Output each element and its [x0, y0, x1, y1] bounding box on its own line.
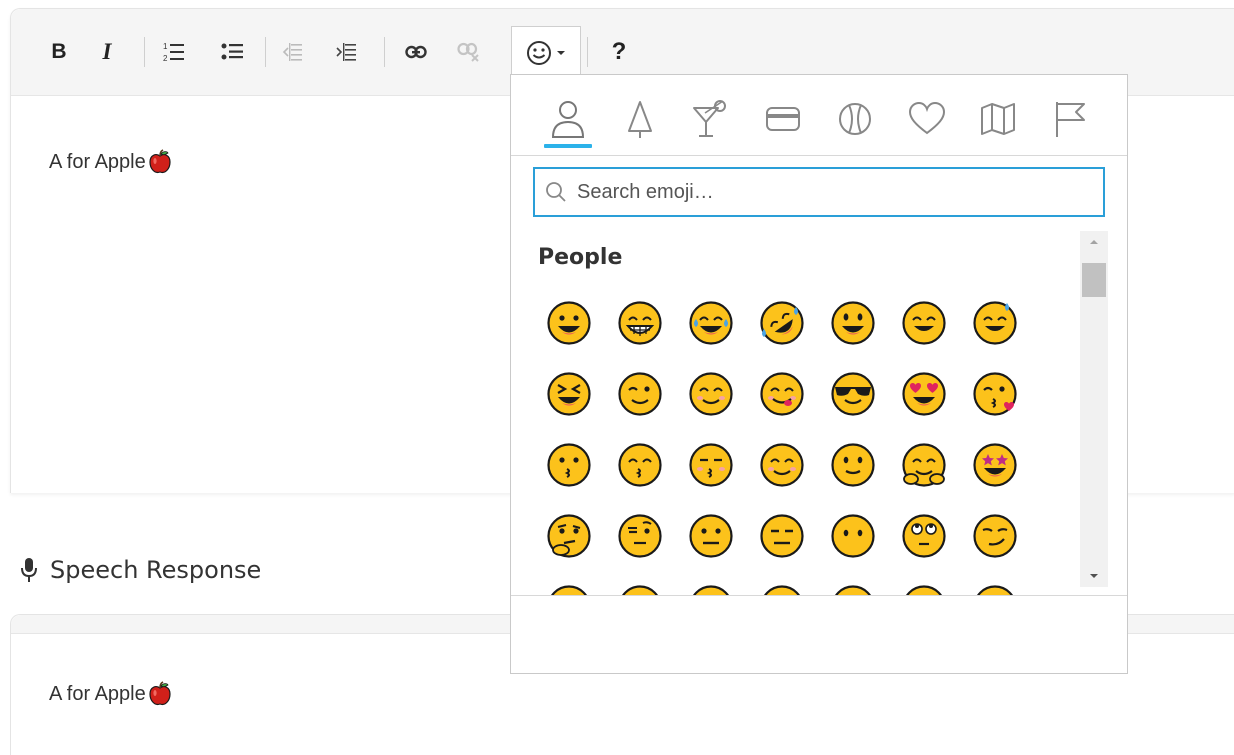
card-icon [766, 107, 800, 131]
toolbar-divider [587, 37, 588, 67]
outdent-button[interactable] [279, 39, 305, 65]
emoji-blush[interactable] [687, 370, 735, 418]
emoji-sunglasses[interactable] [829, 370, 877, 418]
scroll-thumb[interactable] [1082, 263, 1106, 297]
emoji-laughing[interactable] [545, 370, 593, 418]
category-travel-tab[interactable] [974, 99, 1022, 143]
bold-button[interactable]: B [47, 39, 71, 65]
category-activity-tab[interactable] [831, 99, 879, 143]
scroll-down-arrow[interactable] [1080, 565, 1108, 587]
emoji-grid [545, 299, 1019, 595]
emoji-list: People [511, 231, 1109, 595]
emoji-slightly-smiling[interactable] [829, 441, 877, 489]
italic-button[interactable]: I [95, 39, 119, 65]
speech-response-label: Speech Response [50, 556, 262, 584]
ball-icon [839, 103, 871, 135]
toolbar-divider [265, 37, 266, 67]
search-icon [546, 182, 566, 202]
smiley-icon [527, 41, 551, 65]
emoji-kissing-heart[interactable] [971, 370, 1019, 418]
emoji-raised-eyebrow[interactable] [616, 512, 664, 560]
map-icon [981, 103, 1015, 135]
emoji-smiley[interactable] [829, 299, 877, 347]
speech-response-heading: Speech Response [20, 556, 261, 584]
numbered-list-icon: 1 2 [163, 42, 184, 63]
emoji-picker: People [510, 74, 1128, 674]
emoji-partial[interactable] [971, 583, 1019, 595]
microphone-icon [21, 558, 37, 582]
category-people-tab[interactable] [544, 99, 592, 148]
emoji-star-struck[interactable] [971, 441, 1019, 489]
category-objects-tab[interactable] [759, 99, 807, 143]
emoji-sweat-smile[interactable] [971, 299, 1019, 347]
emoji-rolling-on-floor-laughing[interactable] [758, 299, 806, 347]
emoji-partial[interactable] [900, 583, 948, 595]
emoji-kissing-smiling-eyes[interactable] [616, 441, 664, 489]
emoji-partial[interactable] [545, 583, 593, 595]
heart-icon [908, 101, 946, 135]
editor-text: A for Apple [49, 150, 146, 173]
emoji-search-field[interactable] [533, 167, 1105, 217]
emoji-partial[interactable] [829, 583, 877, 595]
category-symbols-tab[interactable] [903, 99, 951, 143]
emoji-category-tabs [511, 75, 1127, 156]
remove-link-button[interactable] [455, 39, 483, 65]
emoji-smirk[interactable] [971, 512, 1019, 560]
emoji-partial[interactable] [758, 583, 806, 595]
bullet-list-icon [221, 43, 243, 60]
emoji-rolling-eyes[interactable] [900, 512, 948, 560]
flag-icon [1056, 102, 1085, 137]
emoji-section-title: People [538, 245, 623, 270]
emoji-wink[interactable] [616, 370, 664, 418]
tree-icon [628, 101, 652, 138]
toolbar-divider [144, 37, 145, 67]
editor-content[interactable]: A for Apple [49, 149, 173, 175]
speech-editor-content[interactable]: A for Apple [49, 681, 173, 707]
emoji-scrollbar[interactable] [1080, 231, 1108, 587]
emoji-partial[interactable] [687, 583, 735, 595]
indent-icon [336, 43, 356, 61]
emoji-search-input[interactable] [575, 179, 1079, 205]
link-icon [405, 45, 427, 59]
svg-text:1: 1 [163, 42, 168, 51]
emoji-preview-footer [511, 595, 1127, 674]
bullet-list-button[interactable] [219, 39, 245, 65]
emoji-no-mouth[interactable] [829, 512, 877, 560]
apple-emoji-icon [149, 149, 171, 174]
speech-editor-text: A for Apple [49, 682, 146, 705]
emoji-hugging[interactable] [900, 441, 948, 489]
emoji-expressionless[interactable] [758, 512, 806, 560]
cocktail-icon [693, 100, 726, 137]
emoji-heart-eyes[interactable] [900, 370, 948, 418]
caret-down-icon [557, 51, 565, 55]
outdent-icon [282, 43, 302, 61]
help-button[interactable]: ? [607, 38, 631, 65]
emoji-yum[interactable] [758, 370, 806, 418]
category-flags-tab[interactable] [1046, 99, 1094, 143]
category-food-tab[interactable] [687, 99, 735, 143]
category-nature-tab[interactable] [616, 99, 664, 143]
insert-link-button[interactable] [402, 39, 430, 65]
numbered-list-button[interactable]: 1 2 [161, 39, 187, 65]
emoji-kissing-closed-eyes[interactable] [687, 441, 735, 489]
emoji-picker-button[interactable] [511, 26, 581, 79]
emoji-thinking[interactable] [545, 512, 593, 560]
emoji-grinning[interactable] [545, 299, 593, 347]
indent-button[interactable] [333, 39, 359, 65]
emoji-joy[interactable] [687, 299, 735, 347]
scroll-up-arrow[interactable] [1080, 231, 1108, 253]
toolbar-divider [384, 37, 385, 67]
emoji-relaxed[interactable] [758, 441, 806, 489]
emoji-neutral[interactable] [687, 512, 735, 560]
person-icon [551, 101, 585, 138]
emoji-kissing[interactable] [545, 441, 593, 489]
svg-text:2: 2 [163, 54, 168, 63]
emoji-smile[interactable] [900, 299, 948, 347]
emoji-partial[interactable] [616, 583, 664, 595]
emoji-grimacing[interactable] [616, 299, 664, 347]
apple-emoji-icon [149, 681, 171, 706]
unlink-icon [457, 42, 479, 62]
